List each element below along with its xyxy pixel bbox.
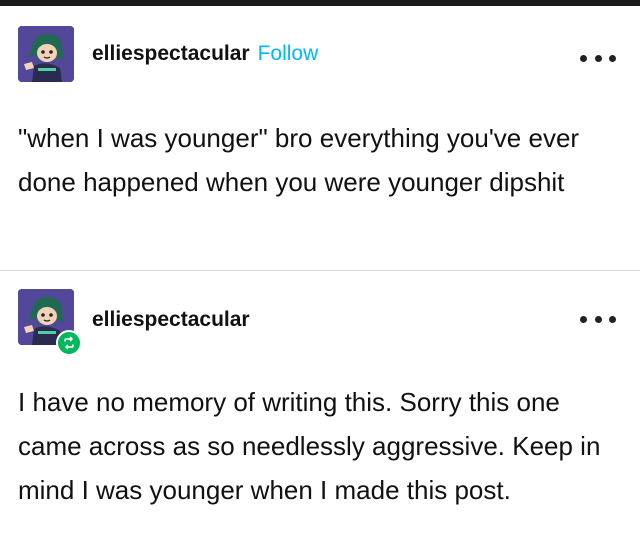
- dot: [580, 54, 587, 62]
- more-options-icon[interactable]: [580, 48, 616, 68]
- post-header: elliespectacular Follow: [92, 42, 318, 66]
- post-reblog: elliespectacular I have no memory of wri…: [0, 271, 640, 536]
- post-header: elliespectacular: [92, 308, 250, 332]
- follow-button[interactable]: Follow: [258, 42, 319, 66]
- avatar[interactable]: [18, 26, 74, 82]
- reblog-icon: [56, 330, 82, 356]
- avatar-image: [18, 26, 74, 82]
- post-text: "when I was younger" bro everything you'…: [18, 123, 580, 197]
- dot: [594, 54, 602, 62]
- dot: [609, 315, 616, 323]
- post-original: elliespectacular Follow "when I was youn…: [0, 6, 640, 270]
- post-text: I have no memory of writing this. Sorry …: [18, 387, 601, 505]
- dot: [594, 315, 602, 323]
- dot: [609, 54, 616, 62]
- more-options-icon[interactable]: [580, 309, 616, 329]
- username[interactable]: elliespectacular: [92, 308, 250, 332]
- username[interactable]: elliespectacular: [92, 42, 250, 66]
- dot: [580, 315, 587, 323]
